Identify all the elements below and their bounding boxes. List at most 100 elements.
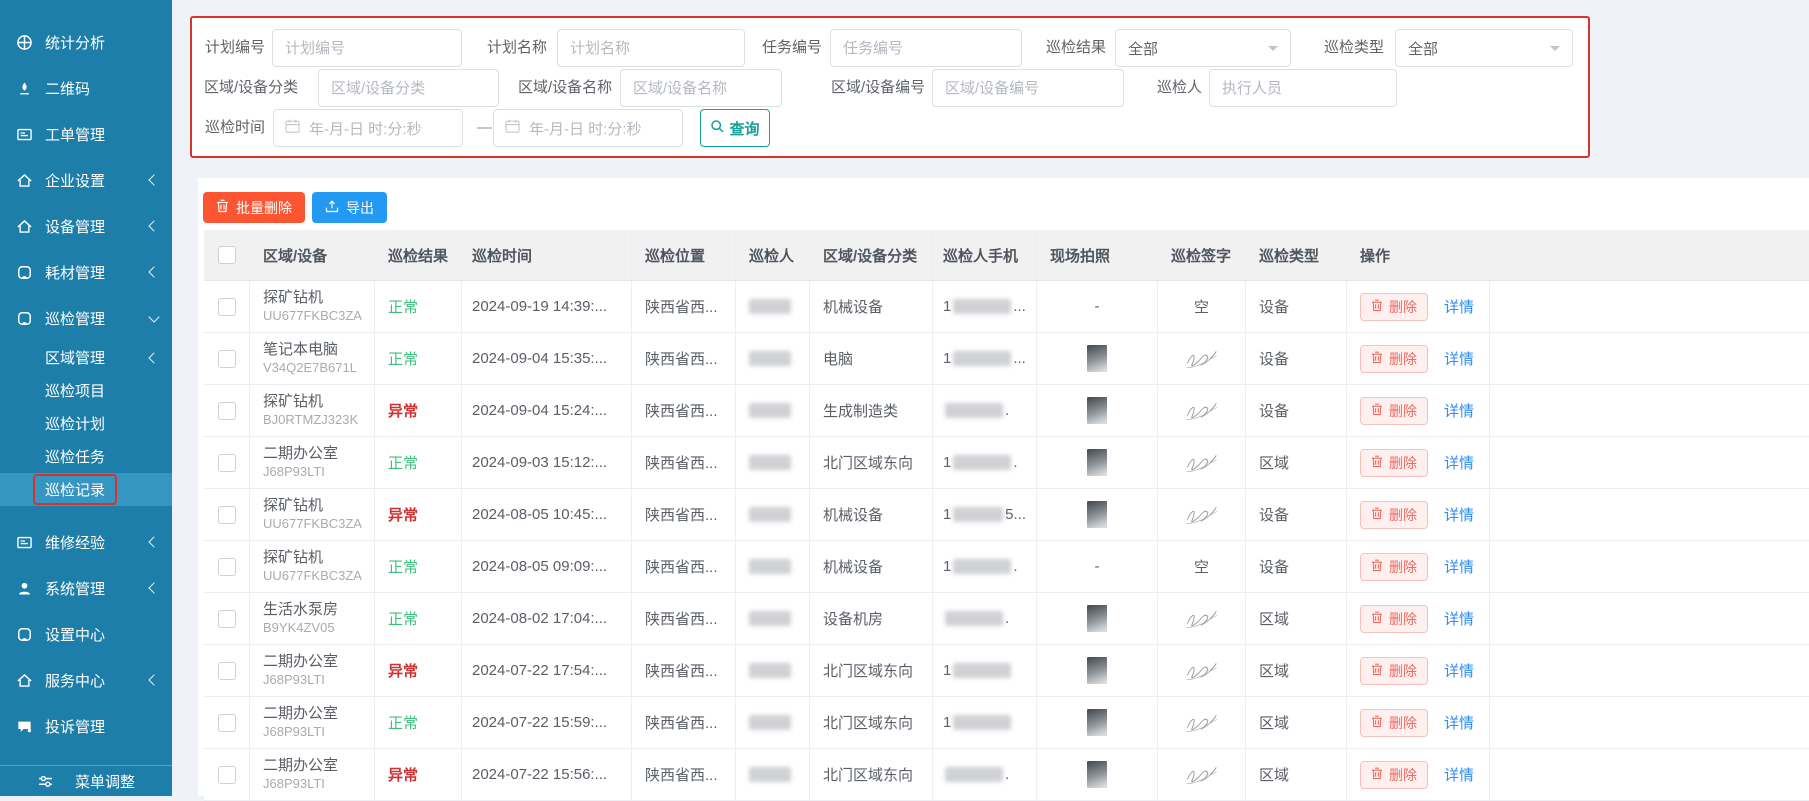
detail-link[interactable]: 详情 [1444,608,1474,629]
table-row: 生活水泵房 B9YK4ZV05 正常 2024-08-02 17:04:... … [204,593,1809,645]
site-photo-thumbnail[interactable] [1087,449,1107,476]
row-checkbox[interactable] [217,661,236,680]
inspector-label: 巡检人 [1157,79,1203,96]
trash-icon [1371,663,1383,679]
signature-image [1186,350,1217,368]
site-photo-thumbnail[interactable] [1087,397,1107,424]
row-checkbox[interactable] [217,297,236,316]
detail-link[interactable]: 详情 [1444,764,1474,785]
sidebar-item-settings-center[interactable]: 设置中心 [0,611,172,657]
sidebar-item-qrcode[interactable]: 二维码 [0,65,172,111]
masked-inspector-name [749,351,791,366]
masked-phone-number [945,767,1003,782]
search-button[interactable]: 查询 [700,109,770,147]
cell-actions: 删除 详情 [1347,333,1490,384]
masked-inspector-name [749,455,791,470]
delete-button[interactable]: 删除 [1360,448,1428,477]
trash-icon [1371,403,1383,419]
sidebar-item-enterprise-settings[interactable]: 企业设置 [0,157,172,203]
cell-signature [1158,385,1246,436]
result-select[interactable]: 全部 [1115,29,1291,67]
type-select[interactable]: 全部 [1395,29,1573,67]
cell-inspector [736,489,810,540]
detail-link[interactable]: 详情 [1444,452,1474,473]
sidebar-item-device-management[interactable]: 设备管理 [0,203,172,249]
delete-button[interactable]: 删除 [1360,500,1428,529]
detail-link[interactable]: 详情 [1444,400,1474,421]
sidebar-submenu: 区域管理 巡检项目 巡检计划 巡检任务 巡检记录 [0,341,172,506]
delete-button[interactable]: 删除 [1360,344,1428,373]
inspector-input[interactable] [1209,69,1397,107]
detail-link[interactable]: 详情 [1444,296,1474,317]
delete-button[interactable]: 删除 [1360,708,1428,737]
sidebar-item-service-center[interactable]: 服务中心 [0,657,172,703]
area-no-input[interactable] [932,69,1124,107]
signature-empty-text: 空 [1193,559,1209,576]
row-checkbox[interactable] [217,765,236,784]
delete-button[interactable]: 删除 [1360,396,1428,425]
sidebar-item-inspection-plans[interactable]: 巡检计划 [0,407,172,440]
batch-delete-button[interactable]: 批量删除 [203,192,305,223]
sidebar-item-consumables[interactable]: 耗材管理 [0,249,172,295]
site-photo-thumbnail[interactable] [1087,345,1107,372]
cell-inspector [736,593,810,644]
detail-link[interactable]: 详情 [1444,504,1474,525]
detail-link[interactable]: 详情 [1444,348,1474,369]
signature-image [1186,454,1217,472]
sidebar-item-inspection-items[interactable]: 巡检项目 [0,374,172,407]
row-checkbox[interactable] [217,401,236,420]
table-toolbar: 批量删除 导出 [198,178,1809,223]
detail-link[interactable]: 详情 [1444,712,1474,733]
site-photo-thumbnail[interactable] [1087,501,1107,528]
cell-signature [1158,593,1246,644]
row-checkbox[interactable] [217,505,236,524]
delete-button[interactable]: 删除 [1360,760,1428,789]
sidebar-item-inspection-records[interactable]: 巡检记录 [0,473,172,506]
row-checkbox[interactable] [217,349,236,368]
time-end-input[interactable]: 年-月-日 时:分:秒 [493,109,683,147]
row-filler [1490,697,1809,748]
user-icon [16,580,33,597]
sidebar-item-work-orders[interactable]: 工单管理 [0,111,172,157]
export-button[interactable]: 导出 [312,192,387,223]
select-all-checkbox[interactable] [217,246,236,264]
plan-no-input[interactable] [272,29,462,67]
task-no-input[interactable] [830,29,1022,67]
delete-button[interactable]: 删除 [1360,292,1428,321]
cell-inspection-type: 区域 [1246,749,1347,800]
cell-site-photo: - [1037,281,1158,332]
sidebar-item-repair-experience[interactable]: 维修经验 [0,519,172,565]
time-start-input[interactable]: 年-月-日 时:分:秒 [273,109,463,147]
site-photo-thumbnail[interactable] [1087,657,1107,684]
sidebar-item-inspection-tasks[interactable]: 巡检任务 [0,440,172,473]
detail-link[interactable]: 详情 [1444,556,1474,577]
cell-inspection-time: 2024-08-05 09:09:... [462,541,632,592]
sidebar-item-statistics[interactable]: 统计分析 [0,19,172,65]
cell-inspection-type: 设备 [1246,333,1347,384]
delete-button[interactable]: 删除 [1360,656,1428,685]
sidebar-item-inspection[interactable]: 巡检管理 [0,295,172,341]
inspection-result: 正常 [388,715,419,732]
detail-link[interactable]: 详情 [1444,660,1474,681]
row-checkbox[interactable] [217,609,236,628]
area-category-input[interactable] [318,69,499,107]
masked-inspector-name [749,611,791,626]
cell-inspector-phone: . [933,593,1037,644]
row-checkbox[interactable] [217,557,236,576]
plan-name-input[interactable] [557,29,745,67]
site-photo-thumbnail[interactable] [1087,605,1107,632]
signature-image [1186,766,1217,784]
delete-button[interactable]: 删除 [1360,552,1428,581]
masked-inspector-name [749,507,791,522]
sidebar-item-system-management[interactable]: 系统管理 [0,565,172,611]
delete-button[interactable]: 删除 [1360,604,1428,633]
sidebar-item-area-management[interactable]: 区域管理 [0,341,172,374]
site-photo-thumbnail[interactable] [1087,761,1107,788]
sidebar-item-menu-adjust[interactable]: 菜单调整 [0,765,172,796]
row-checkbox[interactable] [217,453,236,472]
sidebar-item-complaints[interactable]: 投诉管理 [0,703,172,749]
row-checkbox[interactable] [217,713,236,732]
site-photo-thumbnail[interactable] [1087,709,1107,736]
area-name-input[interactable] [620,69,782,107]
cell-inspection-type: 区域 [1246,697,1347,748]
